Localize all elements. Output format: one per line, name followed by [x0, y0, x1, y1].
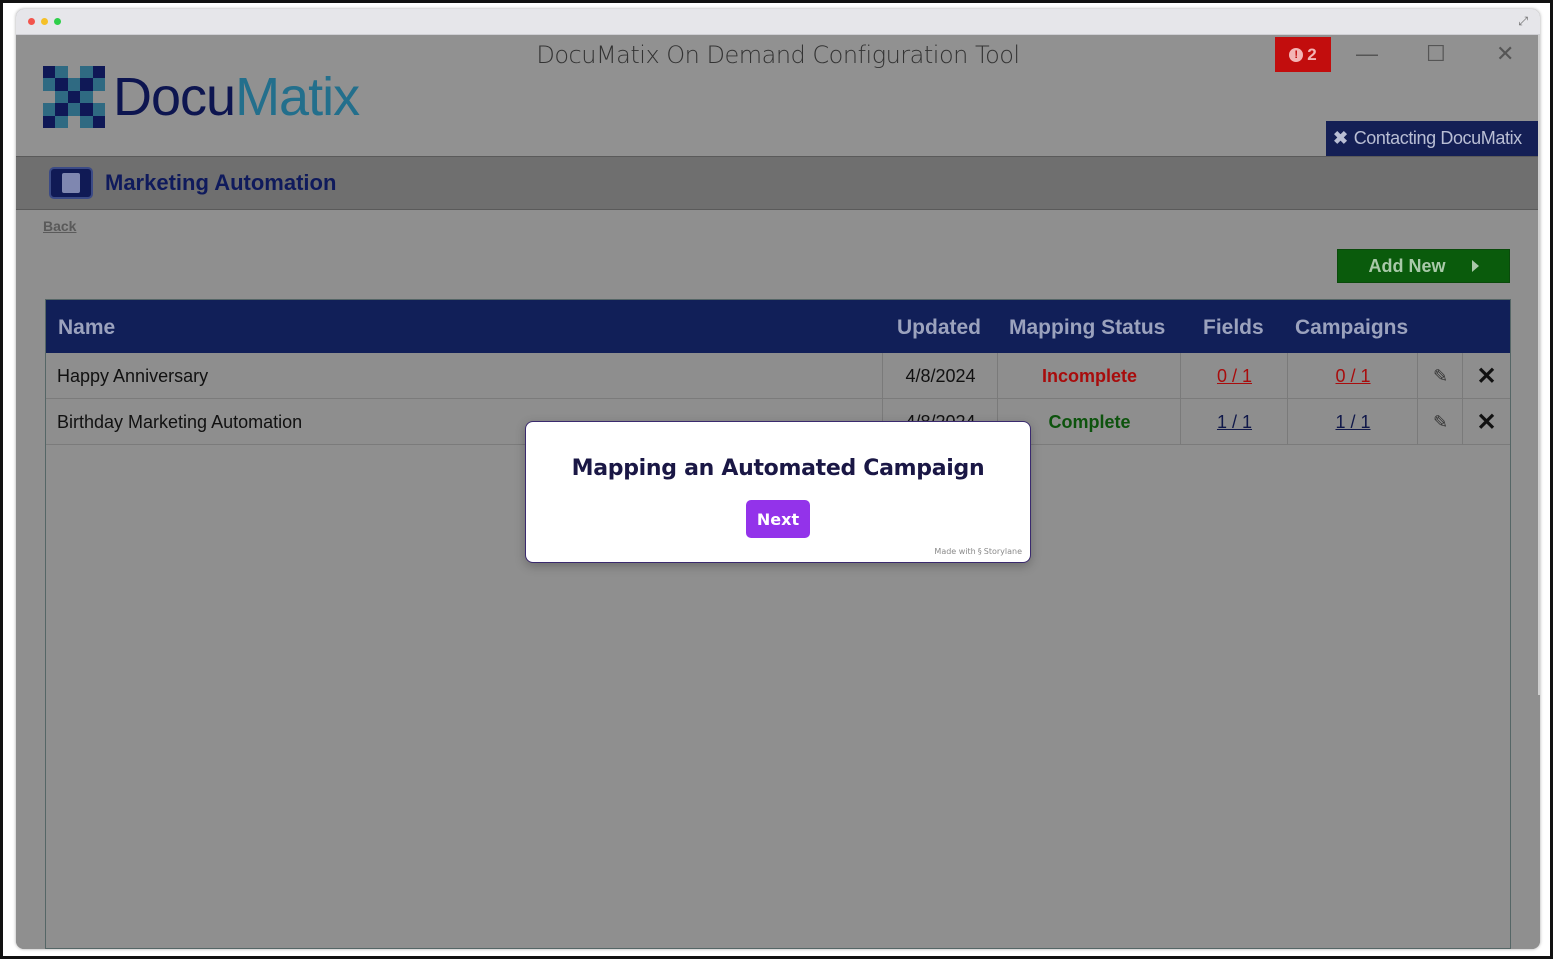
row-fields-link[interactable]: 1 / 1 — [1180, 399, 1288, 445]
row-name: Happy Anniversary — [57, 365, 209, 386]
column-header-updated[interactable]: Updated — [897, 316, 981, 340]
alert-badge[interactable]: ! 2 — [1275, 37, 1331, 72]
alert-icon: ! — [1289, 47, 1304, 62]
minimize-dot-icon[interactable] — [41, 18, 48, 25]
campaign-table: Name Updated Mapping Status Fields Campa… — [45, 299, 1511, 949]
storylane-icon: § — [977, 547, 982, 556]
row-name: Birthday Marketing Automation — [57, 411, 303, 432]
edit-pencil-icon[interactable]: ✎ — [1417, 353, 1463, 399]
window-scrollbar[interactable] — [1538, 35, 1540, 695]
column-header-name[interactable]: Name — [58, 316, 115, 340]
storylane-brand: Storylane — [983, 547, 1022, 556]
section-icon — [49, 167, 93, 199]
close-x-icon: ✖ — [1333, 128, 1348, 148]
table-header: Name Updated Mapping Status Fields Campa… — [46, 300, 1510, 353]
logo-docu: Docu — [113, 67, 236, 127]
add-new-label: Add New — [1368, 255, 1446, 276]
next-button[interactable]: Next — [746, 500, 810, 538]
made-with-storylane[interactable]: Made with § Storylane — [934, 547, 1022, 556]
browser-titlebar: ⤢ — [16, 9, 1540, 35]
logo-mark-icon — [43, 66, 105, 128]
tour-modal: Mapping an Automated Campaign Next Made … — [525, 421, 1031, 563]
column-header-campaigns[interactable]: Campaigns — [1295, 316, 1408, 340]
close-dot-icon[interactable] — [28, 18, 35, 25]
table-row[interactable]: Happy Anniversary 4/8/2024 Incomplete 0 … — [46, 353, 1510, 399]
section-header: Marketing Automation — [16, 156, 1540, 210]
chevron-right-icon — [1471, 260, 1479, 272]
zoom-dot-icon[interactable] — [54, 18, 61, 25]
contacting-documatix-button[interactable]: ✖ Contacting DocuMatix — [1326, 121, 1540, 156]
delete-x-icon[interactable]: ✕ — [1462, 353, 1510, 399]
modal-title: Mapping an Automated Campaign — [571, 456, 985, 481]
minimize-icon[interactable]: — — [1356, 41, 1378, 67]
logo-text: DocuMatix — [113, 67, 360, 127]
app-header: DocuMatix DocuMatix On Demand Configurat… — [16, 35, 1540, 156]
back-link[interactable]: Back — [43, 218, 76, 234]
close-icon[interactable]: ✕ — [1496, 41, 1514, 67]
page-title: Marketing Automation — [105, 170, 337, 195]
column-header-mapping-status[interactable]: Mapping Status — [1009, 316, 1165, 340]
row-campaigns-link[interactable]: 1 / 1 — [1287, 399, 1418, 445]
logo-matix: Matix — [235, 67, 360, 127]
row-mapping-status: Incomplete — [997, 353, 1181, 399]
documatix-logo: DocuMatix — [43, 65, 360, 129]
edit-pencil-icon[interactable]: ✎ — [1417, 399, 1463, 445]
made-with-text: Made with — [934, 547, 976, 556]
row-updated: 4/8/2024 — [882, 353, 998, 399]
alert-count: 2 — [1307, 44, 1317, 64]
row-fields-link[interactable]: 0 / 1 — [1180, 353, 1288, 399]
add-new-button[interactable]: Add New — [1337, 249, 1510, 283]
column-header-fields[interactable]: Fields — [1203, 316, 1264, 340]
maximize-icon[interactable]: ☐ — [1426, 41, 1446, 67]
delete-x-icon[interactable]: ✕ — [1462, 399, 1510, 445]
row-campaigns-link[interactable]: 0 / 1 — [1287, 353, 1418, 399]
contact-label: Contacting DocuMatix — [1353, 128, 1522, 148]
expand-icon[interactable]: ⤢ — [1518, 14, 1528, 29]
